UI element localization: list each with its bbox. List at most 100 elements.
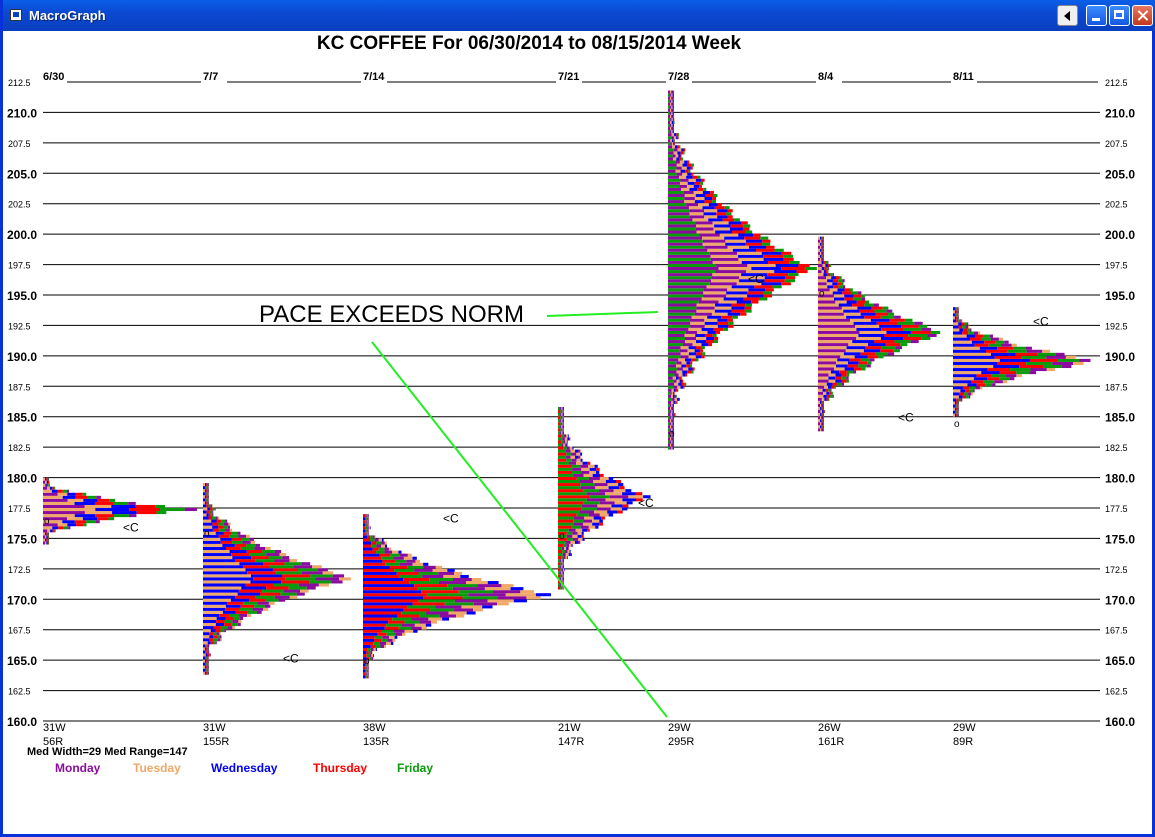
profile-bar xyxy=(672,410,674,414)
profile-bar xyxy=(683,190,694,194)
profile-bar xyxy=(576,458,581,462)
profile-bar xyxy=(953,386,963,390)
profile-bar xyxy=(675,376,679,380)
profile-bar xyxy=(568,461,577,465)
profile-bar xyxy=(818,406,821,411)
profile-bar xyxy=(823,413,825,417)
profile-bar xyxy=(54,486,56,490)
profile-bar xyxy=(989,334,994,338)
profile-bar xyxy=(368,529,370,533)
profile-bar xyxy=(818,239,821,243)
profile-bar xyxy=(671,96,673,100)
profile-bar xyxy=(670,422,672,426)
profile-bar xyxy=(994,380,1003,384)
profile-bar xyxy=(775,263,799,268)
profile-bar xyxy=(673,90,675,94)
profile-bar xyxy=(439,614,457,618)
close-marker: <C xyxy=(123,520,139,534)
profile-bar xyxy=(676,136,678,140)
legend-wednesday: Wednesday xyxy=(211,761,278,775)
y-tick-right: 185.0 xyxy=(1105,411,1135,425)
profile-bar xyxy=(558,464,572,468)
profile-bar xyxy=(956,404,958,408)
profile-bar xyxy=(687,349,695,353)
profile-bar xyxy=(203,516,209,520)
profile-bar xyxy=(43,483,46,487)
profile-bar xyxy=(243,565,270,569)
profile-bar xyxy=(695,340,706,344)
profile-bar xyxy=(262,562,285,566)
profile-bar xyxy=(725,239,746,243)
profile-bar xyxy=(674,394,677,398)
grid-lines xyxy=(43,81,1100,722)
profile-bar xyxy=(668,403,671,407)
profile-bar xyxy=(886,330,911,334)
profile-bar xyxy=(203,671,206,675)
profile-bar xyxy=(47,538,49,542)
profile-bar xyxy=(859,330,887,334)
profile-bar xyxy=(52,529,55,533)
y-tick-left-minor: 182.5 xyxy=(8,443,31,453)
y-tick-left: 170.0 xyxy=(7,593,37,607)
profile-bar xyxy=(668,276,712,280)
profile-bar xyxy=(575,455,579,459)
profile-bar xyxy=(668,285,707,289)
profile-bar xyxy=(684,200,695,204)
profile-bar xyxy=(363,599,419,603)
profile-bar xyxy=(668,133,672,137)
profile-bar xyxy=(823,245,825,249)
profile-bar xyxy=(867,361,872,365)
profile-bar xyxy=(953,364,994,369)
profile-bar xyxy=(209,635,214,639)
profile-bar xyxy=(672,105,674,109)
profile-bar xyxy=(224,619,233,624)
profile-bar xyxy=(561,419,563,423)
profile-bar xyxy=(696,336,707,341)
profile-bar xyxy=(281,574,311,578)
profile-bar xyxy=(365,514,367,518)
profile-bar xyxy=(573,473,584,477)
profile-bar xyxy=(712,200,716,204)
profile-bar xyxy=(363,581,410,585)
profile-bar xyxy=(366,523,368,527)
profile-bar xyxy=(895,346,902,350)
profile-bar xyxy=(828,379,836,383)
profile-bar xyxy=(822,257,824,261)
profile-bar xyxy=(668,303,697,307)
profile-bar xyxy=(957,401,959,405)
profile-bar xyxy=(379,553,391,557)
profile-bar xyxy=(52,526,59,530)
profile-bar xyxy=(668,139,671,143)
profile-bar xyxy=(668,93,671,97)
profile-bar xyxy=(744,236,761,240)
profile-bar xyxy=(673,127,675,131)
profile-bar xyxy=(615,480,622,484)
profile-bar xyxy=(47,477,49,481)
profile-bar xyxy=(825,388,829,392)
profile-bar xyxy=(953,319,957,323)
profile-bar xyxy=(203,513,207,517)
profile-bar xyxy=(563,419,565,423)
profile-bar xyxy=(671,102,673,106)
week-width-label: 31W xyxy=(43,722,66,734)
profile-bar xyxy=(46,532,48,536)
profile-bar xyxy=(381,638,388,642)
profile-bar xyxy=(818,267,822,271)
profile-bar xyxy=(822,428,824,432)
profile-bar xyxy=(761,282,782,286)
profile-bar xyxy=(432,568,448,572)
profile-bar xyxy=(818,245,821,249)
profile-bar xyxy=(953,407,956,411)
profile-bar xyxy=(225,604,241,608)
profile-bar xyxy=(678,382,682,386)
profile-bar xyxy=(781,251,792,255)
y-tick-left-minor: 172.5 xyxy=(8,565,31,575)
profile-bar xyxy=(831,276,836,280)
profile-bar xyxy=(676,400,678,404)
profile-bar xyxy=(205,650,207,654)
profile-bar xyxy=(208,495,210,499)
profile-bar xyxy=(563,565,565,569)
profile-bar xyxy=(578,540,581,544)
profile-bar xyxy=(376,544,382,548)
profile-bar xyxy=(581,470,590,474)
